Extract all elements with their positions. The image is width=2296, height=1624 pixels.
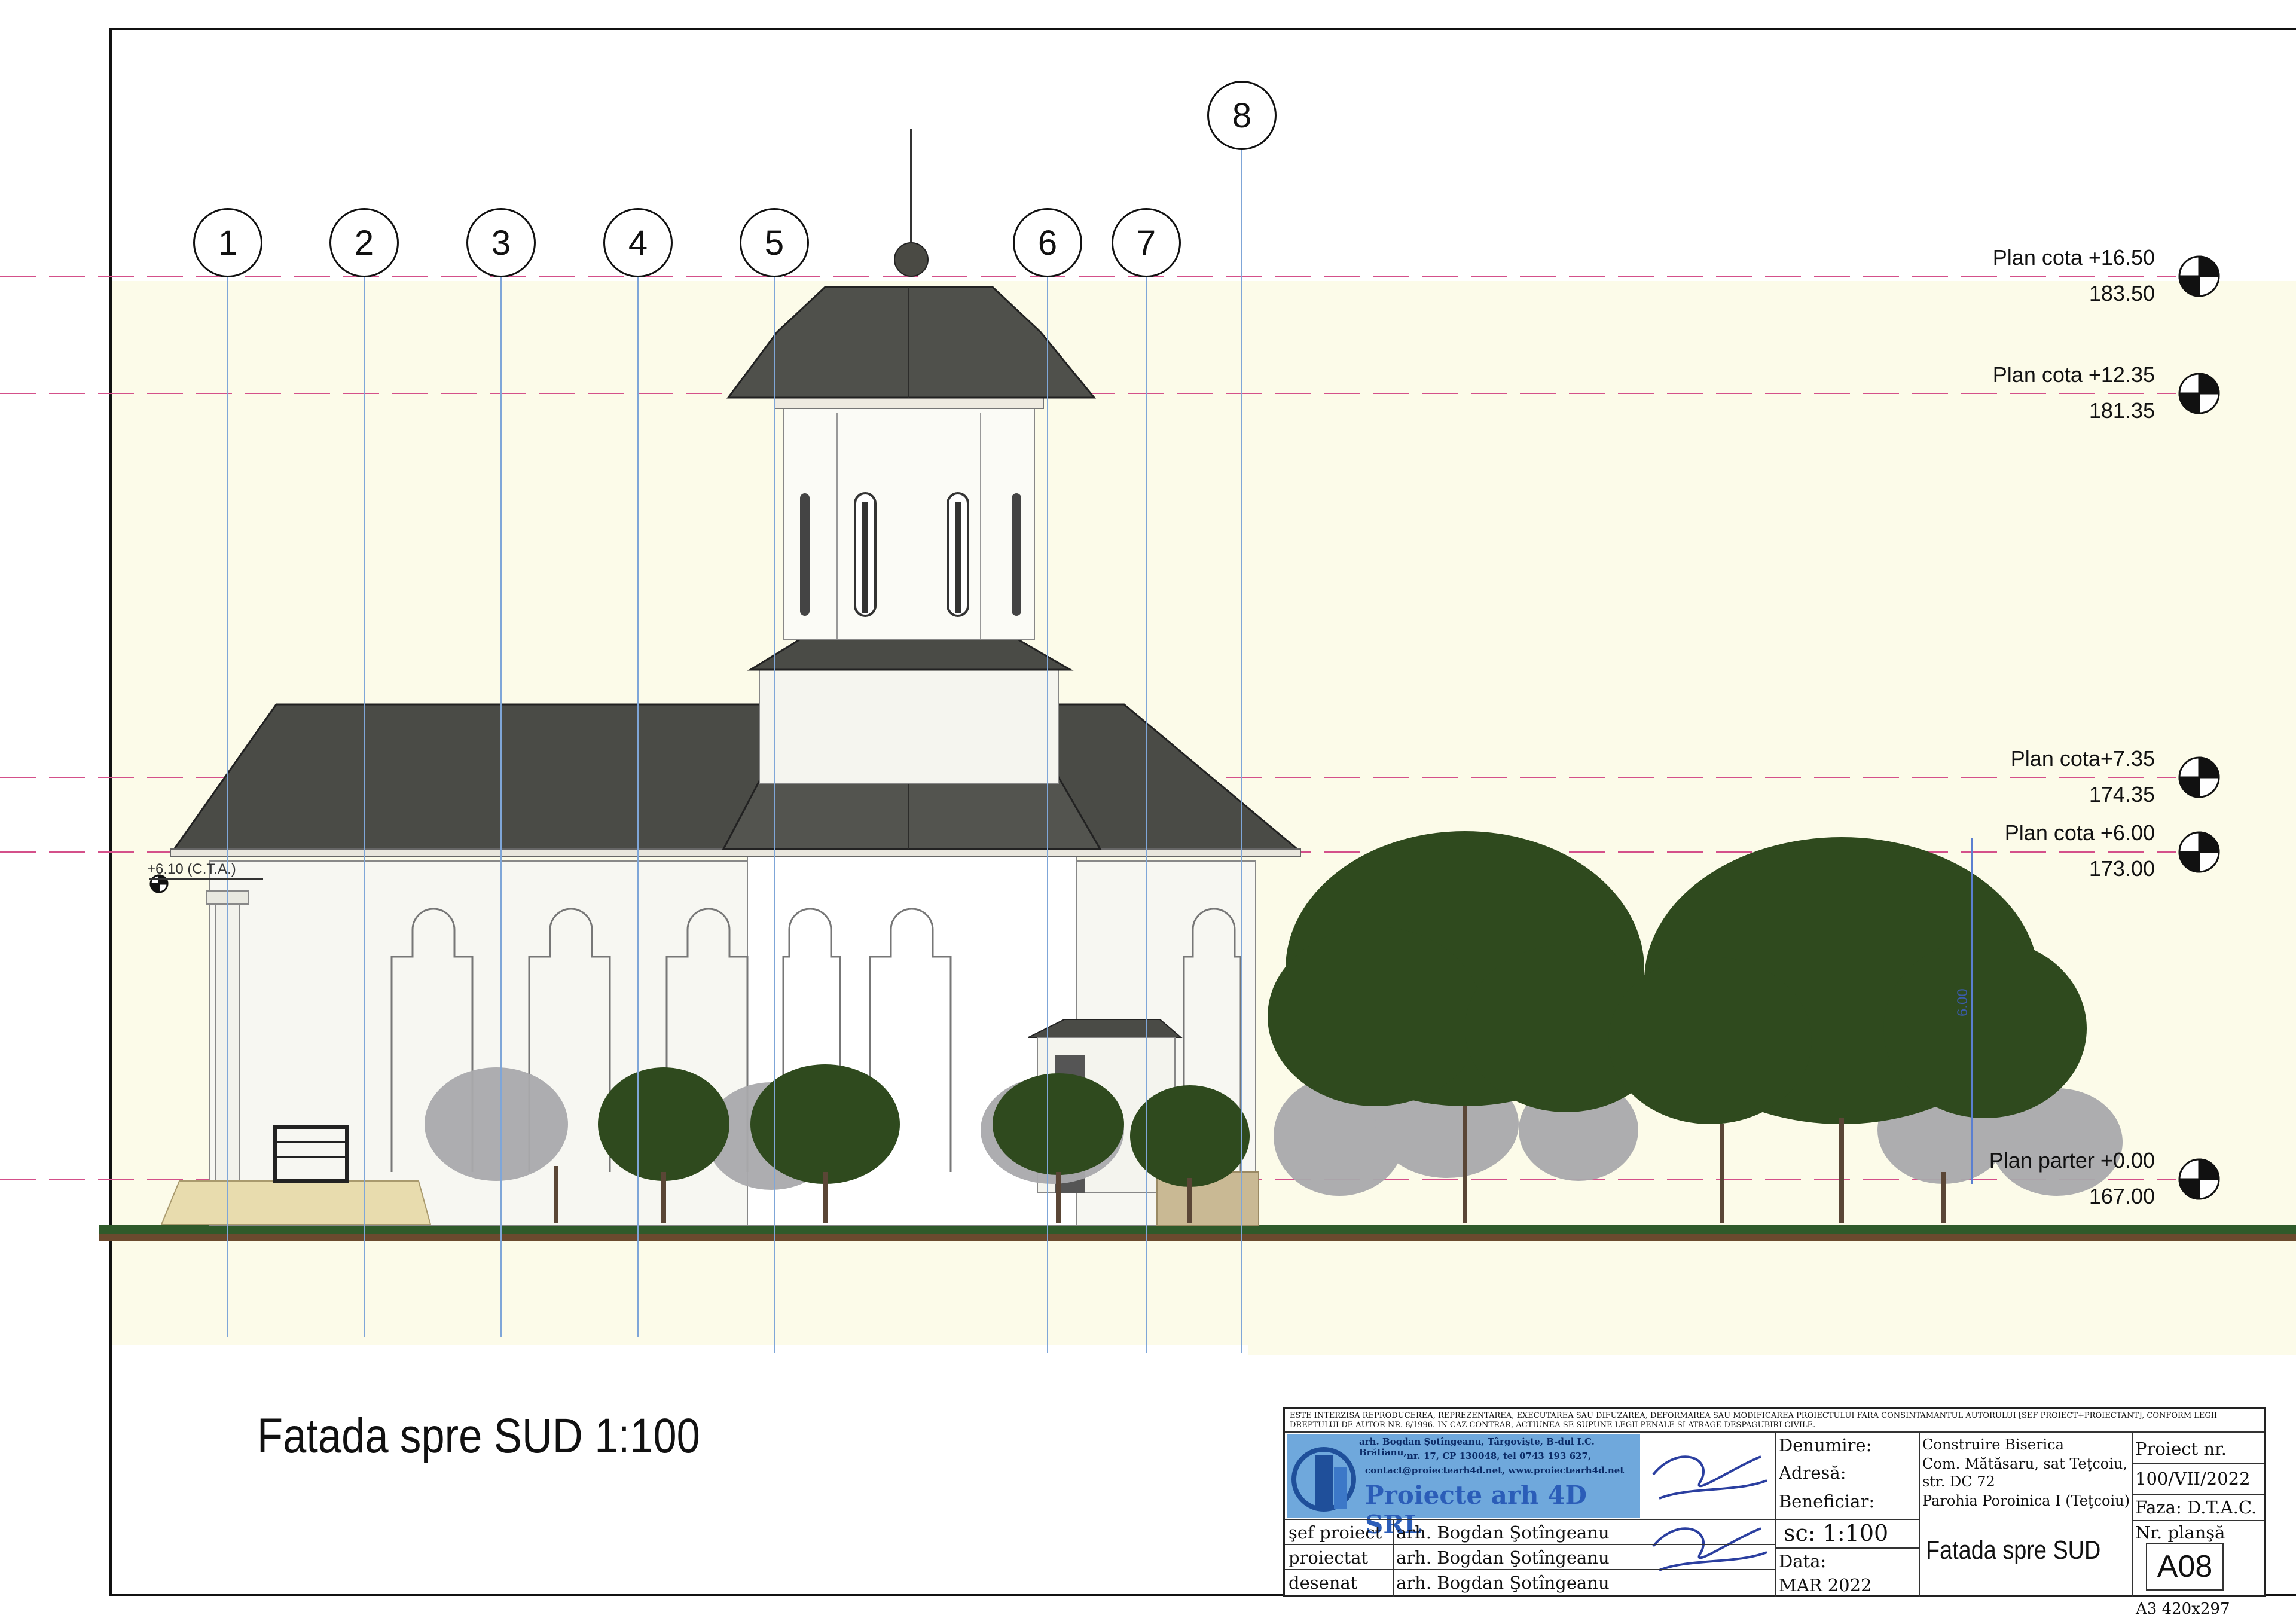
desenat-name: arh. Bogdan Şotîngeanu [1396,1573,1610,1593]
proiectat-label: proiectat [1289,1547,1369,1568]
proiect-nr-value: 100/VII/2022 [2135,1469,2251,1489]
proiect-nr-label: Proiect nr. [2135,1439,2227,1459]
level-16-50: Plan cota +16.50 183.50 [1794,245,2155,311]
axis-label-4: 4 [603,208,673,277]
axis-label-7: 7 [1112,208,1181,277]
beneficiar-label: Beneficiar: [1779,1491,1875,1512]
axis-label-3: 3 [466,208,536,277]
paper-format: A3 420x297 [2136,1600,2230,1618]
level-label: Plan cota +16.50 [1992,245,2155,270]
company-contact: contact@proiectearh4d.net, www.proiectea… [1365,1465,1625,1476]
sef-proiect-name: arh. Bogdan Şotîngeanu [1396,1522,1610,1543]
nr-plansa-label: Nr. planşă [2135,1522,2225,1543]
level-label: Plan cota +6.00 [2004,820,2155,845]
ground-soil [99,1234,2296,1241]
copyright-notice: ESTE INTERZISA REPRODUCEREA, REPREZENTAR… [1290,1411,2218,1430]
level-label: Plan parter +0.00 [1989,1148,2155,1173]
title-block: ESTE INTERZISA REPRODUCEREA, REPREZENTAR… [1283,1407,2266,1597]
axis-label-5: 5 [740,208,809,277]
level-label: Plan cota+7.35 [2010,746,2155,771]
sef-proiect-label: şef proiect [1289,1522,1382,1543]
cta-label: +6.10 (C.T.A.) [147,861,236,877]
axis-label-2: 2 [329,208,399,277]
dimension-label: 6.00 [1955,988,1971,1016]
signature [1652,1455,1767,1571]
desenat-label: desenat [1289,1573,1358,1593]
level-7-35: Plan cota+7.35 174.35 [1794,746,2155,812]
axis-label-1: 1 [193,208,262,277]
denumire-label: Denumire: [1779,1435,1872,1455]
below-ground-band [112,1241,2296,1355]
level-value: 167.00 [2089,1184,2155,1208]
level-0-00: Plan parter +0.00 167.00 [1794,1148,2155,1214]
level-12-35: Plan cota +12.35 181.35 [1794,362,2155,428]
church-building [160,129,1302,1226]
sheet-title: Fatada spre SUD [1926,1536,2101,1565]
faza: Faza: D.T.A.C. [2135,1497,2257,1518]
scale: sc: 1:100 [1784,1520,1889,1546]
level-6-00: Plan cota +6.00 173.00 [1794,820,2155,886]
company-address-2: nr. 17, CP 130048, tel 0743 193 627, [1407,1451,1592,1461]
level-value: 174.35 [2089,782,2155,807]
nr-plansa-value: A08 [2146,1543,2224,1591]
drawing-title: Fatada spre SUD 1:100 [257,1409,700,1463]
adresa-value-1: Com. Mătăsaru, sat Teţcoiu, [1922,1455,2128,1472]
adresa-value-2: str. DC 72 [1922,1473,1995,1490]
data-label: Data: [1779,1551,1827,1571]
denumire-value: Construire Biserica [1922,1436,2064,1453]
level-value: 183.50 [2089,281,2155,306]
proiectat-name: arh. Bogdan Şotîngeanu [1396,1547,1610,1568]
logo-icon [1292,1447,1356,1512]
axis-label-8: 8 [1207,81,1277,150]
level-value: 173.00 [2089,856,2155,881]
data-value: MAR 2022 [1779,1575,1872,1595]
axis-label-6: 6 [1013,208,1082,277]
level-label: Plan cota +12.35 [1992,362,2155,387]
beneficiar-value: Parohia Poroinica I (Teţcoiu) [1922,1492,2130,1509]
company-logo: arh. Bogdan Şotîngeanu, Târgovişte, B-du… [1287,1434,1640,1539]
adresa-label: Adresă: [1779,1463,1846,1483]
level-value: 181.35 [2089,398,2155,423]
